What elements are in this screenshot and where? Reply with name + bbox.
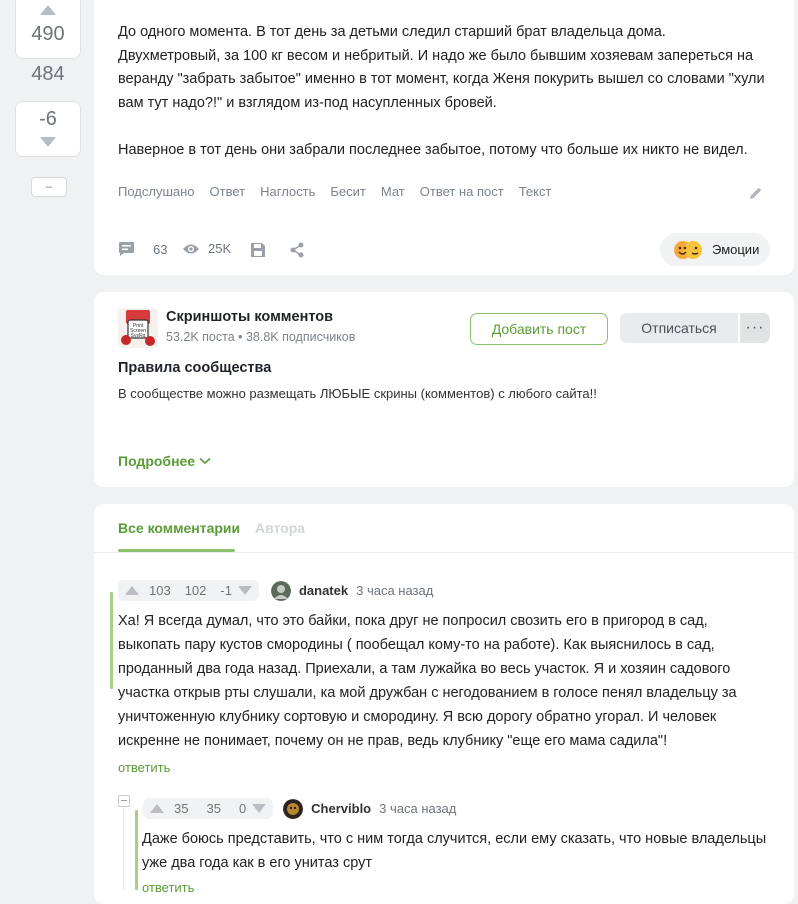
save-icon[interactable]	[250, 242, 266, 258]
community-avatar[interactable]: Print Screen SysRq	[118, 308, 158, 348]
views-stat: 25K	[182, 241, 231, 256]
tag[interactable]: Подслушано	[118, 184, 195, 199]
chevron-down-icon	[199, 457, 211, 465]
minus-icon	[121, 800, 127, 801]
upvote-arrow-icon[interactable]	[40, 5, 56, 15]
tabs-divider	[94, 552, 794, 553]
comment-text: Даже боюсь представить, что с ним тогда …	[142, 831, 767, 871]
post-paragraph-1: До одного момента. В тот день за детьми …	[118, 24, 765, 111]
comment-text: Ха! Я всегда думал, что это байки, пока …	[118, 613, 737, 749]
reply-link[interactable]: ответить	[142, 880, 194, 895]
comments-stat[interactable]: 63	[118, 241, 167, 257]
reply-link[interactable]: ответить	[118, 760, 170, 775]
more-dots-icon: ···	[745, 319, 765, 336]
emotions-label: Эмоции	[712, 242, 760, 257]
tab-author[interactable]: Автора	[255, 520, 305, 536]
comments-count: 63	[153, 241, 168, 257]
tag[interactable]: Мат	[381, 184, 405, 199]
comment-header: 35 35 0 Cherviblo 3 часа назад	[143, 798, 456, 819]
unsubscribe-button[interactable]: Отписаться	[620, 313, 738, 343]
downvote-count: -6	[39, 108, 57, 130]
comment-author[interactable]: Cherviblo	[311, 801, 371, 816]
avatar[interactable]	[283, 798, 304, 819]
avatar-lettering-3: SysRq	[131, 333, 146, 339]
eye-icon	[183, 244, 199, 253]
emoji-faces-icon	[674, 240, 702, 259]
add-post-button[interactable]: Добавить пост	[470, 313, 608, 345]
details-link[interactable]: Подробнее	[118, 453, 211, 469]
comment-thread-line[interactable]	[110, 592, 113, 689]
upvote-count: 490	[31, 23, 65, 45]
comment-time: 3 часа назад	[379, 801, 457, 816]
comment-rating: 35 35 0	[143, 798, 274, 819]
comment-upvotes: 103	[149, 583, 171, 598]
post-paragraph-2: Наверное в тот день они забрали последне…	[118, 142, 748, 158]
comment-thread-line[interactable]	[135, 810, 138, 890]
comment-rating: 103 102 -1	[118, 580, 259, 601]
details-label: Подробнее	[118, 453, 196, 469]
more-options-button[interactable]: ···	[740, 313, 770, 343]
emotions-button[interactable]: Эмоции	[660, 233, 770, 266]
comment-rating-total: 102	[184, 583, 207, 598]
downvote-arrow-icon[interactable]	[252, 804, 267, 813]
downvote-arrow-icon[interactable]	[40, 137, 56, 147]
comment-author[interactable]: danatek	[299, 583, 348, 598]
post-rating-total: 484	[31, 63, 65, 85]
tag[interactable]: Ответ на пост	[420, 184, 504, 199]
edit-pencil-icon[interactable]	[748, 185, 764, 201]
post-tags: Подслушано Ответ Наглость Бесит Мат Отве…	[118, 184, 551, 199]
comment-header: 103 102 -1 danatek 3 часа назад	[118, 580, 433, 601]
comment-downvotes: 0	[238, 801, 247, 816]
comment-rating-total: 35	[206, 801, 221, 816]
downvote-arrow-icon[interactable]	[237, 586, 252, 595]
comment-upvotes: 35	[174, 801, 189, 816]
collapse-post-button[interactable]: –	[31, 177, 67, 197]
share-icon[interactable]	[289, 242, 305, 258]
tag[interactable]: Бесит	[330, 184, 365, 199]
avatar[interactable]	[270, 580, 291, 601]
rules-text: В сообществе можно размещать ЛЮБЫЕ скрин…	[118, 386, 597, 401]
tag[interactable]: Текст	[519, 184, 552, 199]
collapse-thread-button[interactable]	[118, 795, 130, 807]
tag[interactable]: Наглость	[260, 184, 315, 199]
upvote-arrow-icon[interactable]	[150, 804, 164, 813]
community-name[interactable]: Скриншоты комментов	[166, 309, 333, 325]
views-count: 25K	[208, 241, 232, 256]
post-downvote-box: -6	[15, 101, 81, 157]
comment-bubble-icon	[119, 242, 134, 256]
post-upvote-box: 490	[15, 0, 81, 59]
tab-all-comments[interactable]: Все комментарии	[118, 520, 240, 536]
upvote-arrow-icon[interactable]	[125, 586, 139, 595]
community-meta: 53.2K поста • 38.8K подписчиков	[166, 330, 356, 344]
comment-downvotes: -1	[220, 583, 232, 598]
comment-time: 3 часа назад	[356, 583, 434, 598]
rules-title: Правила сообщества	[118, 360, 272, 376]
thread-line	[123, 808, 124, 890]
tag[interactable]: Ответ	[210, 184, 246, 199]
